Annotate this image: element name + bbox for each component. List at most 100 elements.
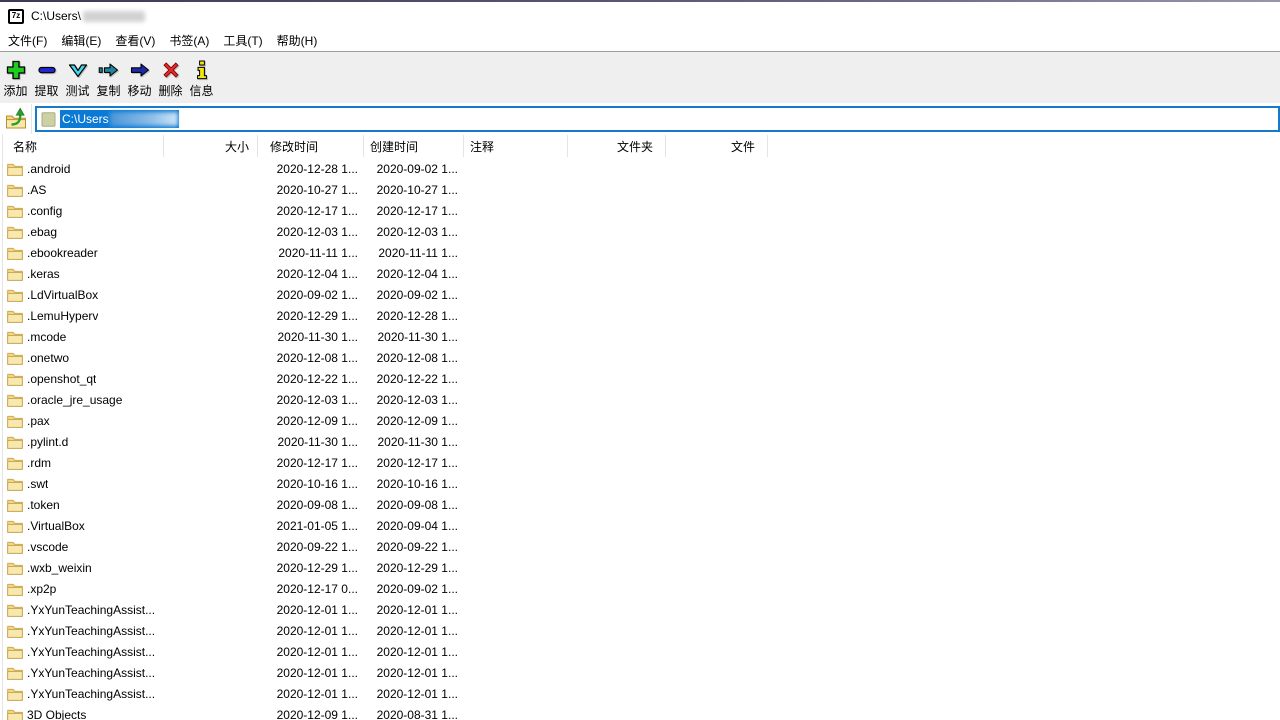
file-name: 3D Objects [27, 708, 86, 720]
file-row[interactable]: .AS 2020-10-27 1... 2020-10-27 1... [3, 179, 1279, 200]
test-icon [67, 59, 89, 81]
menu-tools[interactable]: 工具(T) [216, 29, 269, 52]
menu-file[interactable]: 文件(F) [1, 29, 54, 52]
menu-bookmarks[interactable]: 书签(A) [162, 29, 216, 52]
column-folders[interactable]: 文件夹 [568, 135, 666, 157]
add-button[interactable]: 添加 [0, 52, 31, 99]
file-name: .wxb_weixin [27, 561, 92, 575]
menubar: 文件(F)编辑(E)查看(V)书签(A)工具(T)帮助(H) [0, 30, 1280, 51]
toolbar-button-label: 复制 [96, 82, 120, 99]
move-button[interactable]: 移动 [124, 52, 155, 99]
folder-icon [7, 540, 23, 554]
file-row[interactable]: .YxYunTeachingAssist... 2020-12-01 1... … [3, 683, 1279, 704]
file-row[interactable]: .YxYunTeachingAssist... 2020-12-01 1... … [3, 662, 1279, 683]
toolbar-button-label: 添加 [3, 82, 27, 99]
extract-button[interactable]: 提取 [31, 52, 62, 99]
file-name: .oracle_jre_usage [27, 393, 122, 407]
file-row[interactable]: 3D Objects 2020-12-09 1... 2020-08-31 1.… [3, 704, 1279, 720]
address-path-text: C:\Users [62, 112, 109, 126]
toolbar-button-label: 移动 [127, 82, 151, 99]
info-button[interactable]: 信息 [186, 52, 217, 99]
menu-help[interactable]: 帮助(H) [270, 29, 325, 52]
file-row[interactable]: .android 2020-12-28 1... 2020-09-02 1... [3, 158, 1279, 179]
file-created-time: 2020-11-30 1... [364, 330, 464, 344]
file-modified-time: 2020-09-22 1... [258, 540, 364, 554]
file-created-time: 2020-11-30 1... [364, 435, 464, 449]
titlebar: 7z C:\Users\ [0, 2, 1280, 30]
file-row[interactable]: .wxb_weixin 2020-12-29 1... 2020-12-29 1… [3, 557, 1279, 578]
file-modified-time: 2020-12-04 1... [258, 267, 364, 281]
column-files[interactable]: 文件 [666, 135, 768, 157]
file-modified-time: 2020-12-29 1... [258, 561, 364, 575]
file-name: .rdm [27, 456, 51, 470]
folder-icon [7, 477, 23, 491]
file-created-time: 2020-09-02 1... [364, 162, 464, 176]
file-row[interactable]: .keras 2020-12-04 1... 2020-12-04 1... [3, 263, 1279, 284]
file-created-time: 2020-12-17 1... [364, 204, 464, 218]
file-modified-time: 2020-12-17 0... [258, 582, 364, 596]
delete-button[interactable]: 删除 [155, 52, 186, 99]
column-modified[interactable]: 修改时间 [258, 135, 364, 157]
window-title: C:\Users\ [31, 9, 81, 23]
file-created-time: 2020-12-22 1... [364, 372, 464, 386]
folder-icon [7, 330, 23, 344]
file-row[interactable]: .mcode 2020-11-30 1... 2020-11-30 1... [3, 326, 1279, 347]
file-row[interactable]: .pax 2020-12-09 1... 2020-12-09 1... [3, 410, 1279, 431]
folder-icon [7, 687, 23, 701]
file-row[interactable]: .ebag 2020-12-03 1... 2020-12-03 1... [3, 221, 1279, 242]
file-row[interactable]: .onetwo 2020-12-08 1... 2020-12-08 1... [3, 347, 1279, 368]
menu-view[interactable]: 查看(V) [108, 29, 162, 52]
delete-icon [160, 59, 182, 81]
file-row[interactable]: .vscode 2020-09-22 1... 2020-09-22 1... [3, 536, 1279, 557]
test-button[interactable]: 测试 [62, 52, 93, 99]
file-created-time: 2020-12-03 1... [364, 393, 464, 407]
parent-folder-button[interactable] [4, 107, 29, 131]
address-separator [31, 104, 32, 134]
file-row[interactable]: .YxYunTeachingAssist... 2020-12-01 1... … [3, 641, 1279, 662]
file-row[interactable]: .pylint.d 2020-11-30 1... 2020-11-30 1..… [3, 431, 1279, 452]
column-size[interactable]: 大小 [164, 135, 258, 157]
file-name: .swt [27, 477, 48, 491]
folder-icon [7, 519, 23, 533]
file-modified-time: 2020-12-22 1... [258, 372, 364, 386]
file-row[interactable]: .ebookreader 2020-11-11 1... 2020-11-11 … [3, 242, 1279, 263]
folder-icon [7, 225, 23, 239]
file-name: .vscode [27, 540, 68, 554]
file-row[interactable]: .xp2p 2020-12-17 0... 2020-09-02 1... [3, 578, 1279, 599]
file-row[interactable]: .YxYunTeachingAssist... 2020-12-01 1... … [3, 620, 1279, 641]
file-modified-time: 2021-01-05 1... [258, 519, 364, 533]
file-list: .android 2020-12-28 1... 2020-09-02 1...… [3, 158, 1279, 720]
file-name: .mcode [27, 330, 66, 344]
file-name: .onetwo [27, 351, 69, 365]
column-created[interactable]: 创建时间 [364, 135, 464, 157]
copy-icon [98, 59, 120, 81]
file-row[interactable]: .rdm 2020-12-17 1... 2020-12-17 1... [3, 452, 1279, 473]
file-name: .ebag [27, 225, 57, 239]
file-modified-time: 2020-12-01 1... [258, 666, 364, 680]
address-input[interactable]: C:\Users [35, 106, 1280, 132]
folder-icon [7, 288, 23, 302]
file-row[interactable]: .config 2020-12-17 1... 2020-12-17 1... [3, 200, 1279, 221]
file-row[interactable]: .VirtualBox 2021-01-05 1... 2020-09-04 1… [3, 515, 1279, 536]
file-row[interactable]: .openshot_qt 2020-12-22 1... 2020-12-22 … [3, 368, 1279, 389]
file-created-time: 2020-12-28 1... [364, 309, 464, 323]
folder-icon [7, 603, 23, 617]
file-row[interactable]: .token 2020-09-08 1... 2020-09-08 1... [3, 494, 1279, 515]
file-row[interactable]: .swt 2020-10-16 1... 2020-10-16 1... [3, 473, 1279, 494]
column-comment[interactable]: 注释 [464, 135, 568, 157]
file-modified-time: 2020-10-27 1... [258, 183, 364, 197]
menu-edit[interactable]: 编辑(E) [54, 29, 108, 52]
file-row[interactable]: .LdVirtualBox 2020-09-02 1... 2020-09-02… [3, 284, 1279, 305]
file-row[interactable]: .LemuHyperv 2020-12-29 1... 2020-12-28 1… [3, 305, 1279, 326]
file-created-time: 2020-12-08 1... [364, 351, 464, 365]
file-modified-time: 2020-12-03 1... [258, 225, 364, 239]
file-row[interactable]: .oracle_jre_usage 2020-12-03 1... 2020-1… [3, 389, 1279, 410]
file-created-time: 2020-12-01 1... [364, 603, 464, 617]
column-name[interactable]: 名称 [3, 135, 164, 157]
copy-button[interactable]: 复制 [93, 52, 124, 99]
file-modified-time: 2020-12-08 1... [258, 351, 364, 365]
file-name: .AS [27, 183, 46, 197]
info-icon [191, 59, 213, 81]
toolbar-button-label: 测试 [65, 82, 89, 99]
file-row[interactable]: .YxYunTeachingAssist... 2020-12-01 1... … [3, 599, 1279, 620]
